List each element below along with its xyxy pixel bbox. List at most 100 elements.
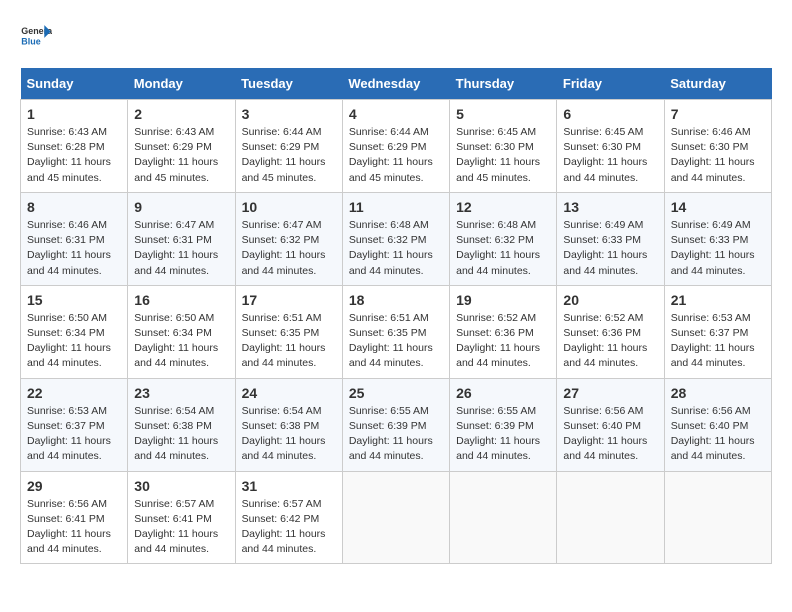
weekday-header-monday: Monday <box>128 68 235 100</box>
logo-icon: General Blue <box>20 20 52 52</box>
day-number: 16 <box>134 292 228 308</box>
day-number: 27 <box>563 385 657 401</box>
calendar-cell: 13 Sunrise: 6:49 AMSunset: 6:33 PMDayligh… <box>557 192 664 285</box>
weekday-header-friday: Friday <box>557 68 664 100</box>
day-number: 13 <box>563 199 657 215</box>
calendar-cell <box>342 471 449 564</box>
calendar-cell: 6 Sunrise: 6:45 AMSunset: 6:30 PMDaylight… <box>557 100 664 193</box>
calendar-cell: 26Sunrise: 6:55 AMSunset: 6:39 PMDayligh… <box>450 378 557 471</box>
day-info: Sunrise: 6:43 AMSunset: 6:29 PMDaylight:… <box>134 125 228 186</box>
day-info: Sunrise: 6:49 AMSunset: 6:33 PMDaylight:… <box>563 218 657 279</box>
calendar-cell: 16 Sunrise: 6:50 AMSunset: 6:34 PMDayligh… <box>128 285 235 378</box>
day-info: Sunrise: 6:53 AMSunset: 6:37 PMDaylight:… <box>671 311 765 372</box>
day-info: Sunrise: 6:47 AMSunset: 6:31 PMDaylight:… <box>134 218 228 279</box>
page-header: General Blue <box>20 20 772 52</box>
calendar-cell <box>557 471 664 564</box>
day-info: Sunrise: 6:45 AMSunset: 6:30 PMDaylight:… <box>456 125 550 186</box>
calendar-cell: 14 Sunrise: 6:49 AMSunset: 6:33 PMDayligh… <box>664 192 771 285</box>
day-info: Sunrise: 6:56 AMSunset: 6:41 PMDaylight:… <box>27 497 121 558</box>
day-info: Sunrise: 6:53 AMSunset: 6:37 PMDaylight:… <box>27 404 121 465</box>
day-number: 15 <box>27 292 121 308</box>
day-info: Sunrise: 6:44 AMSunset: 6:29 PMDaylight:… <box>349 125 443 186</box>
day-number: 2 <box>134 106 228 122</box>
day-info: Sunrise: 6:52 AMSunset: 6:36 PMDaylight:… <box>563 311 657 372</box>
calendar-week-5: 29 Sunrise: 6:56 AMSunset: 6:41 PMDayligh… <box>21 471 772 564</box>
day-number: 4 <box>349 106 443 122</box>
weekday-header-row: SundayMondayTuesdayWednesdayThursdayFrid… <box>21 68 772 100</box>
day-info: Sunrise: 6:49 AMSunset: 6:33 PMDaylight:… <box>671 218 765 279</box>
calendar-week-4: 22 Sunrise: 6:53 AMSunset: 6:37 PMDayligh… <box>21 378 772 471</box>
calendar-cell <box>664 471 771 564</box>
logo: General Blue <box>20 20 52 52</box>
day-number: 30 <box>134 478 228 494</box>
day-info: Sunrise: 6:48 AMSunset: 6:32 PMDaylight:… <box>349 218 443 279</box>
day-info: Sunrise: 6:50 AMSunset: 6:34 PMDaylight:… <box>27 311 121 372</box>
calendar-cell: 4 Sunrise: 6:44 AMSunset: 6:29 PMDaylight… <box>342 100 449 193</box>
calendar-week-3: 15 Sunrise: 6:50 AMSunset: 6:34 PMDayligh… <box>21 285 772 378</box>
calendar-cell: 11 Sunrise: 6:48 AMSunset: 6:32 PMDayligh… <box>342 192 449 285</box>
calendar-cell: 24 Sunrise: 6:54 AMSunset: 6:38 PMDayligh… <box>235 378 342 471</box>
calendar-cell: 22 Sunrise: 6:53 AMSunset: 6:37 PMDayligh… <box>21 378 128 471</box>
day-number: 18 <box>349 292 443 308</box>
day-info: Sunrise: 6:55 AMSunset: 6:39 PMDaylight:… <box>349 404 443 465</box>
day-number: 5 <box>456 106 550 122</box>
day-number: 29 <box>27 478 121 494</box>
day-info: Sunrise: 6:43 AMSunset: 6:28 PMDaylight:… <box>27 125 121 186</box>
calendar-cell: 25 Sunrise: 6:55 AMSunset: 6:39 PMDayligh… <box>342 378 449 471</box>
day-number: 31 <box>242 478 336 494</box>
calendar-cell: 17Sunrise: 6:51 AMSunset: 6:35 PMDayligh… <box>235 285 342 378</box>
day-number: 7 <box>671 106 765 122</box>
day-number: 20 <box>563 292 657 308</box>
day-info: Sunrise: 6:56 AMSunset: 6:40 PMDaylight:… <box>671 404 765 465</box>
day-info: Sunrise: 6:57 AMSunset: 6:42 PMDaylight:… <box>242 497 336 558</box>
calendar-cell: 8 Sunrise: 6:46 AMSunset: 6:31 PMDaylight… <box>21 192 128 285</box>
calendar-cell: 3 Sunrise: 6:44 AMSunset: 6:29 PMDaylight… <box>235 100 342 193</box>
day-number: 9 <box>134 199 228 215</box>
weekday-header-sunday: Sunday <box>21 68 128 100</box>
day-number: 6 <box>563 106 657 122</box>
calendar-cell: 27Sunrise: 6:56 AMSunset: 6:40 PMDayligh… <box>557 378 664 471</box>
calendar-cell: 19Sunrise: 6:52 AMSunset: 6:36 PMDayligh… <box>450 285 557 378</box>
calendar-cell: 23 Sunrise: 6:54 AMSunset: 6:38 PMDayligh… <box>128 378 235 471</box>
calendar-cell: 12Sunrise: 6:48 AMSunset: 6:32 PMDayligh… <box>450 192 557 285</box>
day-number: 19 <box>456 292 550 308</box>
calendar-week-1: 1 Sunrise: 6:43 AMSunset: 6:28 PMDaylight… <box>21 100 772 193</box>
calendar-cell: 1 Sunrise: 6:43 AMSunset: 6:28 PMDaylight… <box>21 100 128 193</box>
calendar-cell: 9 Sunrise: 6:47 AMSunset: 6:31 PMDaylight… <box>128 192 235 285</box>
day-info: Sunrise: 6:48 AMSunset: 6:32 PMDaylight:… <box>456 218 550 279</box>
day-info: Sunrise: 6:54 AMSunset: 6:38 PMDaylight:… <box>242 404 336 465</box>
calendar-cell: 2 Sunrise: 6:43 AMSunset: 6:29 PMDaylight… <box>128 100 235 193</box>
day-info: Sunrise: 6:54 AMSunset: 6:38 PMDaylight:… <box>134 404 228 465</box>
day-number: 8 <box>27 199 121 215</box>
day-info: Sunrise: 6:50 AMSunset: 6:34 PMDaylight:… <box>134 311 228 372</box>
day-info: Sunrise: 6:44 AMSunset: 6:29 PMDaylight:… <box>242 125 336 186</box>
calendar-cell: 15 Sunrise: 6:50 AMSunset: 6:34 PMDayligh… <box>21 285 128 378</box>
weekday-header-thursday: Thursday <box>450 68 557 100</box>
day-info: Sunrise: 6:46 AMSunset: 6:31 PMDaylight:… <box>27 218 121 279</box>
day-info: Sunrise: 6:57 AMSunset: 6:41 PMDaylight:… <box>134 497 228 558</box>
day-number: 24 <box>242 385 336 401</box>
day-number: 22 <box>27 385 121 401</box>
day-number: 14 <box>671 199 765 215</box>
calendar-cell <box>450 471 557 564</box>
calendar-cell: 5 Sunrise: 6:45 AMSunset: 6:30 PMDaylight… <box>450 100 557 193</box>
day-number: 3 <box>242 106 336 122</box>
calendar-cell: 21 Sunrise: 6:53 AMSunset: 6:37 PMDayligh… <box>664 285 771 378</box>
weekday-header-wednesday: Wednesday <box>342 68 449 100</box>
day-number: 21 <box>671 292 765 308</box>
svg-text:Blue: Blue <box>21 36 40 46</box>
calendar-cell: 28Sunrise: 6:56 AMSunset: 6:40 PMDayligh… <box>664 378 771 471</box>
weekday-header-tuesday: Tuesday <box>235 68 342 100</box>
calendar-cell: 31 Sunrise: 6:57 AMSunset: 6:42 PMDayligh… <box>235 471 342 564</box>
day-number: 25 <box>349 385 443 401</box>
day-info: Sunrise: 6:46 AMSunset: 6:30 PMDaylight:… <box>671 125 765 186</box>
calendar-week-2: 8 Sunrise: 6:46 AMSunset: 6:31 PMDaylight… <box>21 192 772 285</box>
day-number: 1 <box>27 106 121 122</box>
day-info: Sunrise: 6:45 AMSunset: 6:30 PMDaylight:… <box>563 125 657 186</box>
day-info: Sunrise: 6:55 AMSunset: 6:39 PMDaylight:… <box>456 404 550 465</box>
calendar-cell: 29 Sunrise: 6:56 AMSunset: 6:41 PMDayligh… <box>21 471 128 564</box>
day-info: Sunrise: 6:51 AMSunset: 6:35 PMDaylight:… <box>349 311 443 372</box>
day-number: 11 <box>349 199 443 215</box>
day-number: 23 <box>134 385 228 401</box>
calendar-cell: 7 Sunrise: 6:46 AMSunset: 6:30 PMDaylight… <box>664 100 771 193</box>
